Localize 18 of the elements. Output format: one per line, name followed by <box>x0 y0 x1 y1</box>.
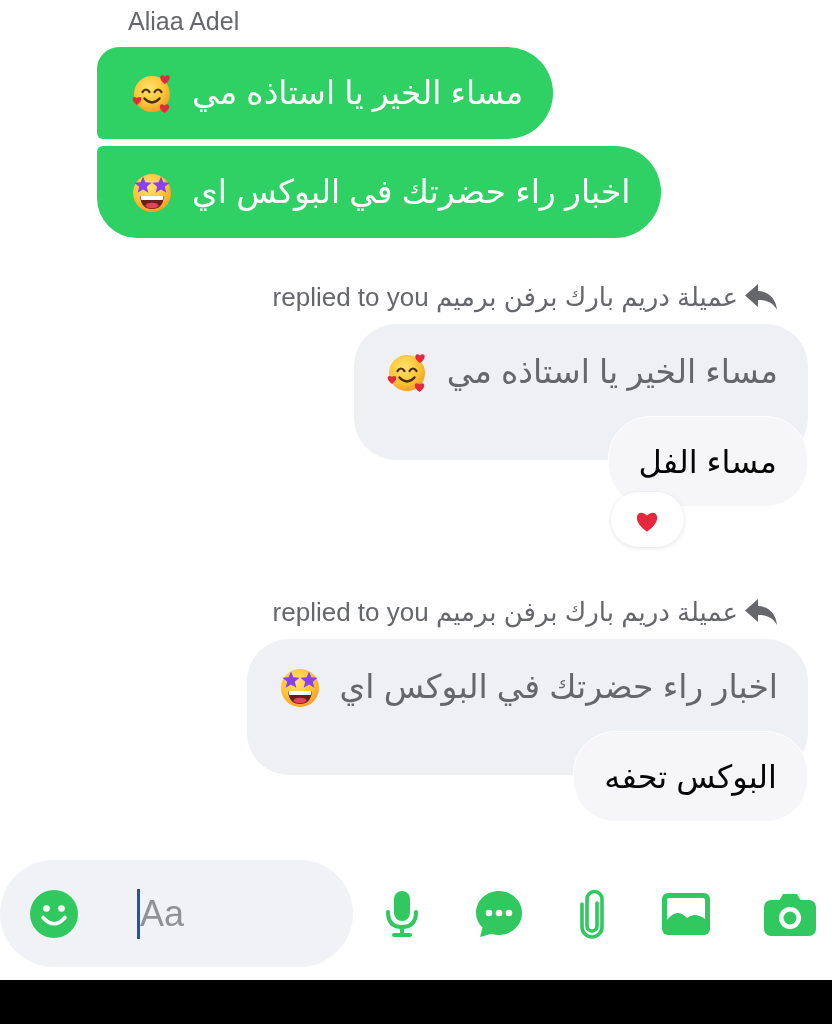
reply-arrow-icon <box>744 283 778 311</box>
image-icon[interactable] <box>661 892 710 935</box>
sender-name: Aliaa Adel <box>128 6 240 36</box>
emoji-smiley-icon[interactable] <box>30 889 78 938</box>
reply-message-text: مساء الفل <box>638 442 777 482</box>
reply-arrow-icon <box>744 598 778 626</box>
quoted-message-text: مساء الخير يا استاذه مي <box>446 352 778 393</box>
paperclip-icon[interactable] <box>577 888 607 939</box>
chat-bubble-icon[interactable] <box>474 889 523 938</box>
reply-message-text: البوكس تحفه <box>604 757 777 798</box>
message-text: اخبار راء حضرتك في البوكس اي <box>192 172 631 213</box>
microphone-icon[interactable] <box>384 889 420 938</box>
reply-note-text: عميلة دريم بارك برفن برميم replied to you <box>272 282 738 312</box>
message-text: مساء الخير يا استاذه مي <box>192 73 524 114</box>
reply-note-text: عميلة دريم بارك برفن برميم replied to you <box>272 597 738 627</box>
quoted-message-text: اخبار راء حضرتك في البوكس اي <box>339 667 778 708</box>
camera-icon[interactable] <box>764 891 816 936</box>
message-input-field[interactable]: Aa <box>140 890 290 937</box>
